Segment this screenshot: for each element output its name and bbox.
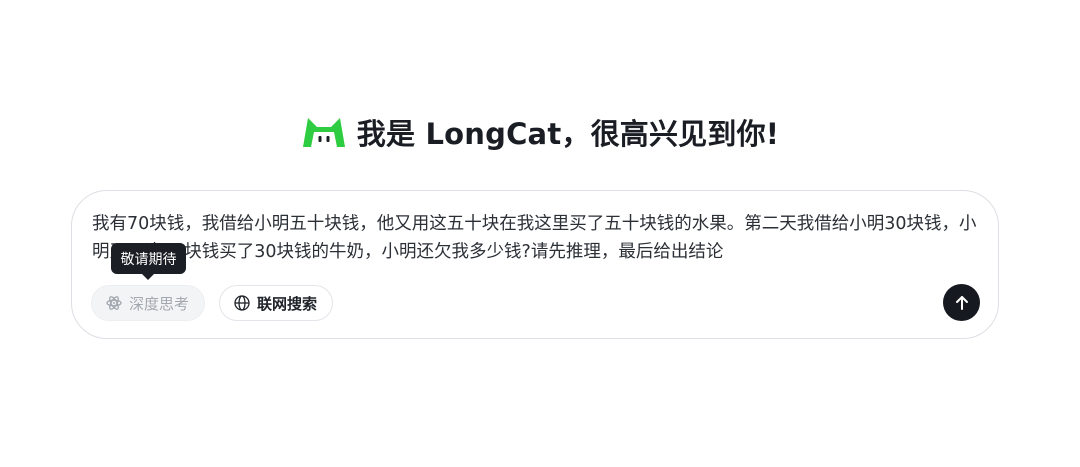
longcat-logo-icon <box>302 118 345 147</box>
deep-think-label: 深度思考 <box>129 294 190 313</box>
atom-icon <box>106 295 122 311</box>
globe-icon <box>234 295 250 311</box>
web-search-button[interactable]: 联网搜索 <box>219 285 334 321</box>
coming-soon-tooltip: 敬请期待 <box>111 243 186 280</box>
welcome-title: 我是 LongCat，很高兴见到你! <box>356 117 780 151</box>
web-search-label: 联网搜索 <box>257 294 318 313</box>
input-toolbar: 深度思考 联网搜索 <box>91 284 347 322</box>
send-button[interactable] <box>943 284 980 321</box>
tooltip-text: 敬请期待 <box>120 251 177 268</box>
chat-input-box[interactable]: 我有70块钱，我借给小明五十块钱，他又用这五十块在我这里买了五十块钱的水果。第二… <box>71 190 999 339</box>
chat-input-text[interactable]: 我有70块钱，我借给小明五十块钱，他又用这五十块在我这里买了五十块钱的水果。第二… <box>92 210 982 266</box>
tooltip-arrow <box>142 274 154 280</box>
arrow-up-icon <box>955 295 968 310</box>
page: 我是 LongCat，很高兴见到你! 我有70块钱，我借给小明五十块钱，他又用这… <box>0 0 1080 467</box>
welcome-header: 我是 LongCat，很高兴见到你! <box>0 112 1080 152</box>
deep-think-button[interactable]: 深度思考 <box>91 285 206 321</box>
